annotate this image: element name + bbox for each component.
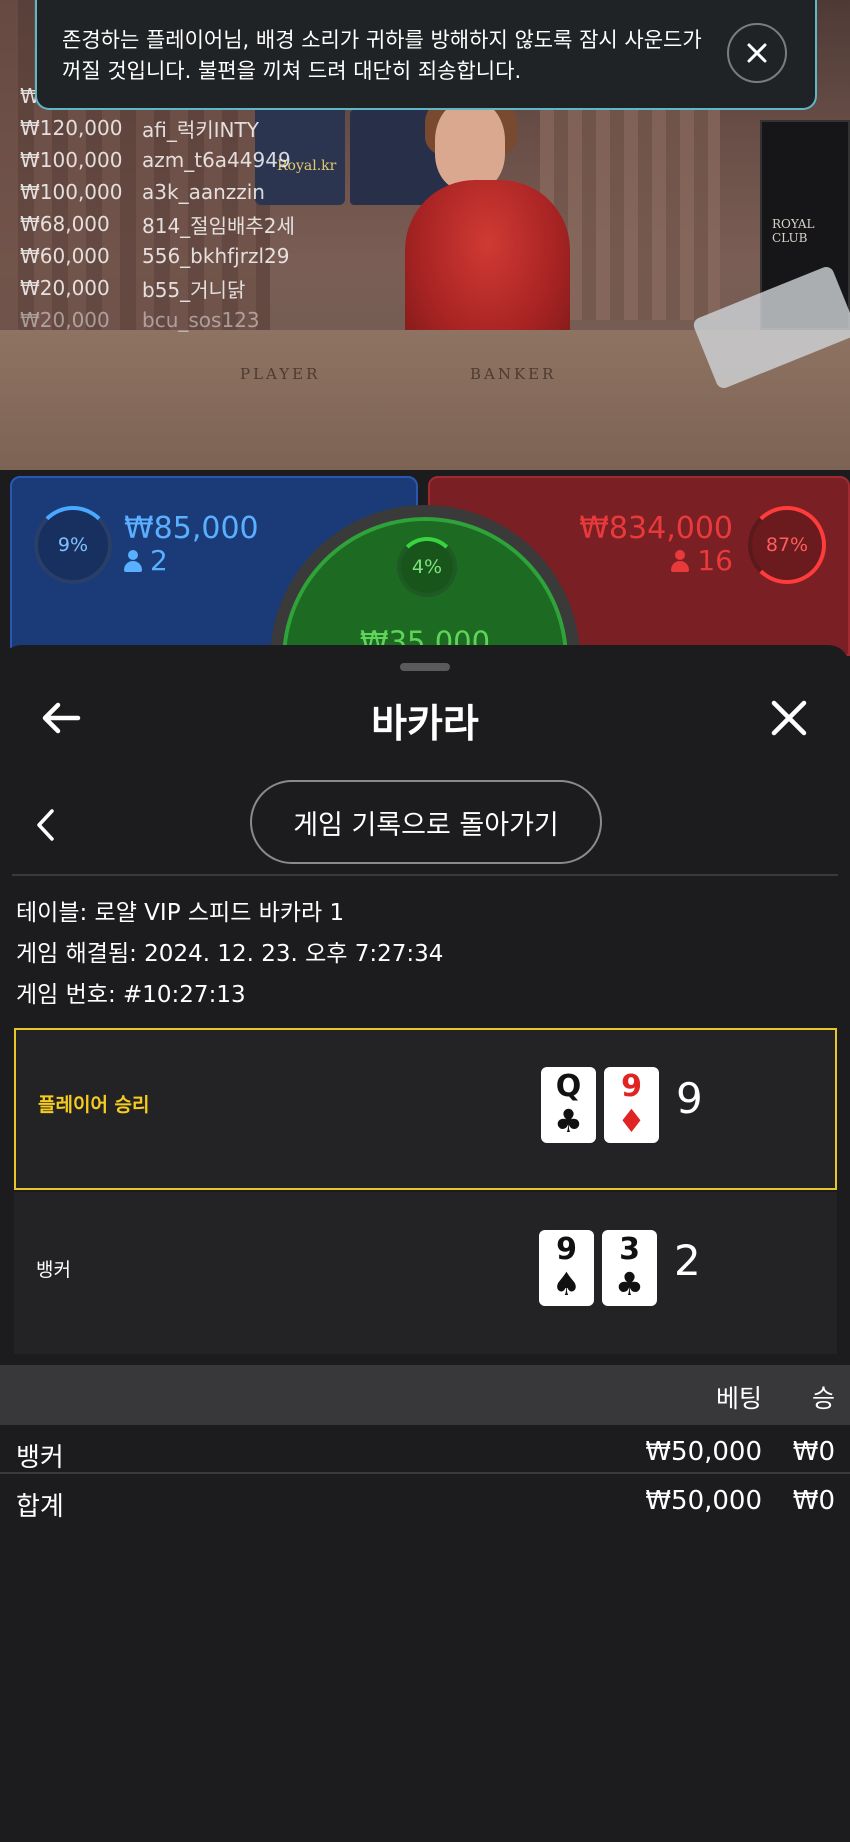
banker-percent-ring: 87%	[748, 506, 826, 584]
leaderboard-user: 556_bkhfjrzl29	[142, 244, 290, 268]
leaderboard-row: ₩20,000 b55_거니닭	[20, 272, 295, 304]
leaderboard-amount: ₩120,000	[20, 116, 123, 140]
leaderboard-user: b55_거니닭	[142, 277, 246, 302]
person-icon	[671, 549, 690, 572]
leaderboard-row: ₩100,000 a3k_aanzzin	[20, 176, 295, 208]
leaderboard-user: afi_럭키INTY	[142, 117, 259, 142]
playing-card: 9 ♦	[604, 1067, 659, 1143]
royal-club-text: ROYAL CLUB	[772, 217, 815, 245]
banker-cards: 9 ♠ 3 ♣	[539, 1230, 657, 1306]
divider	[0, 1472, 850, 1474]
card-rank: Q	[555, 1069, 582, 1104]
bet-name: 뱅커	[16, 1443, 64, 1473]
card-rank: 9	[621, 1069, 642, 1104]
leaderboard-user: 814_절임배추2세	[142, 213, 295, 238]
player-percent-ring: 9%	[34, 506, 112, 584]
leaderboard-amount: ₩100,000	[20, 180, 123, 204]
banker-total-amount: ₩834,000	[579, 511, 733, 546]
game-resolved-time: 게임 해결됨: 2024. 12. 23. 오후 7:27:34	[16, 941, 444, 967]
notification-close-button[interactable]	[727, 23, 787, 83]
bet-amount: ₩50,000	[645, 1437, 762, 1467]
diamond-suit-icon: ♦	[617, 1102, 646, 1140]
history-subnav: 게임 기록으로 돌아가기	[0, 780, 850, 870]
leaderboard-user: azm_t6a44949	[142, 148, 291, 172]
leaderboard-row: ₩60,000 556_bkhfjrzl29	[20, 240, 295, 272]
leaderboard-row: ₩120,000 afi_럭키INTY	[20, 112, 295, 144]
banker-bettor-count-value: 16	[697, 544, 733, 577]
table-row: 뱅커 ₩50,000 ₩0	[0, 1429, 850, 1477]
sheet-grabber[interactable]	[400, 663, 450, 671]
leaderboard-amount: ₩100,000	[20, 148, 123, 172]
tie-percent-ring: 4%	[397, 537, 457, 597]
win-amount: ₩0	[792, 1437, 835, 1467]
game-info: 테이블: 로얄 VIP 스피드 바카라 1 게임 해결됨: 2024. 12. …	[16, 893, 443, 1016]
spade-suit-icon: ♠	[552, 1265, 581, 1303]
leaderboard-user: bcu_sos123	[142, 308, 260, 332]
leaderboard-amount: ₩68,000	[20, 212, 110, 236]
playing-card: 3 ♣	[602, 1230, 657, 1306]
playing-card: Q ♣	[541, 1067, 596, 1143]
card-rank: 9	[556, 1232, 577, 1267]
notification-message: 존경하는 플레이어님, 배경 소리가 귀하를 방해하지 않도록 잠시 사운드가 …	[62, 28, 702, 83]
game-detail-sheet: 바카라 게임 기록으로 돌아가기 테이블: 로얄 VIP 스피드 바카라 1 게…	[0, 645, 850, 1842]
leaderboard-amount: ₩20,000	[20, 308, 110, 332]
dealer-head	[435, 100, 505, 190]
player-bettor-count-value: 2	[150, 544, 168, 577]
banker-result-row: 뱅커 9 ♠ 3 ♣ 2	[14, 1192, 837, 1354]
player-total-amount: ₩85,000	[124, 511, 259, 546]
table-banker-text: BANKER	[470, 365, 557, 383]
close-icon	[747, 43, 767, 63]
player-bettor-count: 2	[124, 544, 168, 577]
club-suit-icon: ♣	[554, 1102, 583, 1140]
sound-off-notification: 존경하는 플레이어님, 배경 소리가 귀하를 방해하지 않도록 잠시 사운드가 …	[35, 0, 817, 110]
person-icon	[124, 549, 142, 572]
player-cards: Q ♣ 9 ♦	[541, 1067, 659, 1143]
banker-label: 뱅커	[36, 1259, 71, 1281]
total-win-amount: ₩0	[792, 1486, 835, 1516]
club-suit-icon: ♣	[615, 1265, 644, 1303]
leaderboard-user: a3k_aanzzin	[142, 180, 265, 204]
chevron-left-icon[interactable]	[32, 807, 58, 843]
win-column-header: 승	[811, 1384, 835, 1413]
bets-table-header: 베팅 승	[0, 1365, 850, 1425]
back-to-history-button[interactable]: 게임 기록으로 돌아가기	[250, 780, 602, 864]
total-label: 합계	[16, 1492, 64, 1522]
divider	[12, 874, 838, 876]
table-row: 합계 ₩50,000 ₩0	[0, 1478, 850, 1526]
playing-card: 9 ♠	[539, 1230, 594, 1306]
leaderboard-row: ₩100,000 azm_t6a44949	[20, 144, 295, 176]
table-name: 테이블: 로얄 VIP 스피드 바카라 1	[16, 900, 345, 926]
banker-score: 2	[674, 1236, 701, 1285]
total-bet-amount: ₩50,000	[645, 1486, 762, 1516]
table-player-text: PLAYER	[240, 365, 321, 383]
sheet-header: 바카라	[0, 685, 850, 755]
game-number: 게임 번호: #10:27:13	[16, 982, 246, 1008]
player-result-row: 플레이어 승리 Q ♣ 9 ♦ 9	[14, 1028, 837, 1190]
close-icon[interactable]	[766, 695, 812, 741]
sheet-title: 바카라	[371, 702, 479, 747]
leaderboard-row: ₩68,000 814_절임배추2세	[20, 208, 295, 240]
player-score: 9	[676, 1074, 703, 1123]
bet-column-header: 베팅	[715, 1384, 762, 1413]
player-win-label: 플레이어 승리	[38, 1094, 150, 1116]
leaderboard-amount: ₩20,000	[20, 276, 110, 300]
bet-leaderboard: ₩400,00045353₩120,000afi_럭키INTY₩100,000a…	[20, 80, 295, 336]
banker-bettor-count: 16	[671, 544, 733, 577]
card-rank: 3	[619, 1232, 640, 1267]
leaderboard-row: ₩20,000 bcu_sos123	[20, 304, 295, 336]
leaderboard-amount: ₩60,000	[20, 244, 110, 268]
